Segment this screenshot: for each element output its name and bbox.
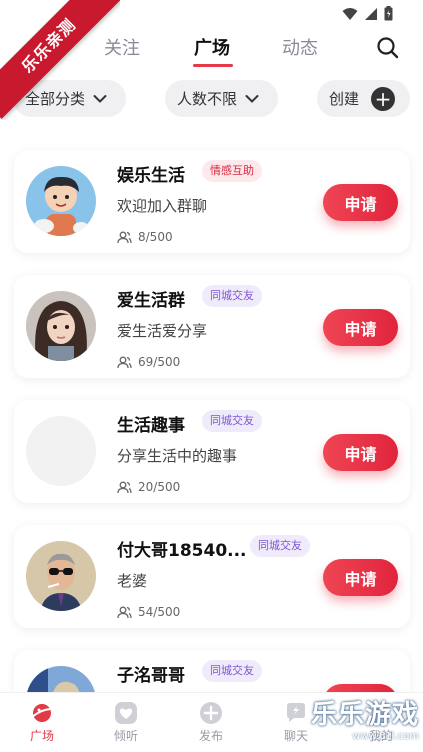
group-tag: 情感互助: [202, 160, 262, 182]
group-name: 付大哥18540...: [117, 541, 247, 561]
ribbon-text: 乐乐亲测: [0, 0, 120, 119]
people-filter-label: 人数不限: [177, 90, 238, 108]
members-icon: [117, 356, 132, 368]
members-icon: [117, 606, 132, 618]
group-card[interactable]: 娱乐生活 情感互助 欢迎加入群聊 8/500 申请: [14, 150, 410, 253]
member-count-text: 8/500: [138, 230, 173, 244]
nav-label: 发布: [198, 729, 223, 743]
nav-listen[interactable]: 倾听: [98, 701, 154, 744]
battery-icon: [384, 6, 393, 21]
status-icons: [342, 6, 393, 21]
member-count: 54/500: [117, 605, 180, 619]
chat-icon: [284, 701, 308, 725]
create-label: 创建: [329, 90, 360, 108]
avatar: [26, 541, 96, 611]
group-card[interactable]: 生活趣事 同城交友 分享生活中的趣事 20/500 申请: [14, 400, 410, 503]
heart-icon: [114, 701, 138, 725]
group-tag: 同城交友: [250, 535, 310, 557]
member-count: 69/500: [117, 355, 180, 369]
people-filter[interactable]: 人数不限: [165, 80, 278, 117]
member-count-text: 20/500: [138, 480, 181, 494]
watermark-title: 乐乐游戏: [310, 700, 419, 730]
apply-button[interactable]: 申请: [323, 309, 398, 346]
wifi-icon: [342, 7, 358, 20]
search-icon: [377, 37, 399, 59]
group-card[interactable]: 爱生活群 同城交友 爱生活爱分享 69/500 申请: [14, 275, 410, 378]
group-description: 爱生活爱分享: [117, 322, 208, 340]
group-name: 生活趣事: [117, 416, 185, 436]
plus-icon: [199, 701, 223, 725]
member-count-text: 54/500: [138, 605, 181, 619]
planet-icon: [30, 701, 54, 725]
nav-label: 聊天: [283, 729, 308, 743]
member-count-text: 69/500: [138, 355, 181, 369]
apply-button[interactable]: 申请: [323, 559, 398, 596]
group-name: 子洺哥哥: [117, 666, 185, 686]
group-description: 老婆: [117, 572, 148, 590]
apply-button[interactable]: 申请: [323, 184, 398, 221]
group-tag: 同城交友: [202, 410, 262, 432]
group-description: 分享生活中的趣事: [117, 447, 238, 465]
group-name: 娱乐生活: [117, 166, 185, 186]
group-description: 欢迎加入群聊: [117, 197, 208, 215]
nav-publish[interactable]: 发布: [183, 701, 239, 744]
plus-icon: +: [371, 86, 396, 111]
group-tag: 同城交友: [202, 285, 262, 307]
signal-icon: [365, 7, 377, 20]
active-tab-indicator: [193, 64, 233, 67]
nav-square[interactable]: 广场: [14, 701, 70, 744]
apply-button[interactable]: 申请: [323, 434, 398, 471]
chevron-down-icon: [245, 94, 259, 104]
tab-moments[interactable]: 动态: [282, 34, 318, 60]
nav-label: 广场: [29, 729, 54, 743]
group-tag: 同城交友: [202, 660, 262, 682]
avatar: [26, 291, 96, 361]
avatar: [26, 166, 96, 236]
create-button[interactable]: 创建 +: [317, 80, 410, 117]
tab-square[interactable]: 广场: [194, 34, 230, 60]
group-name: 爱生活群: [117, 291, 185, 311]
search-button[interactable]: [375, 35, 401, 61]
watermark-url: www.61l.com: [352, 731, 419, 742]
member-count: 8/500: [117, 230, 173, 244]
group-list: 娱乐生活 情感互助 欢迎加入群聊 8/500 申请 爱生活群 同城交友 爱生活爱…: [14, 150, 410, 752]
member-count: 20/500: [117, 480, 180, 494]
members-icon: [117, 481, 132, 493]
corner-ribbon: 乐乐亲测: [0, 0, 120, 120]
members-icon: [117, 231, 132, 243]
group-card[interactable]: 付大哥18540... 同城交友 老婆 54/500 申请: [14, 525, 410, 628]
watermark: 乐乐游戏 www.61l.com: [311, 694, 419, 742]
avatar: [26, 416, 96, 486]
nav-label: 倾听: [113, 729, 138, 743]
